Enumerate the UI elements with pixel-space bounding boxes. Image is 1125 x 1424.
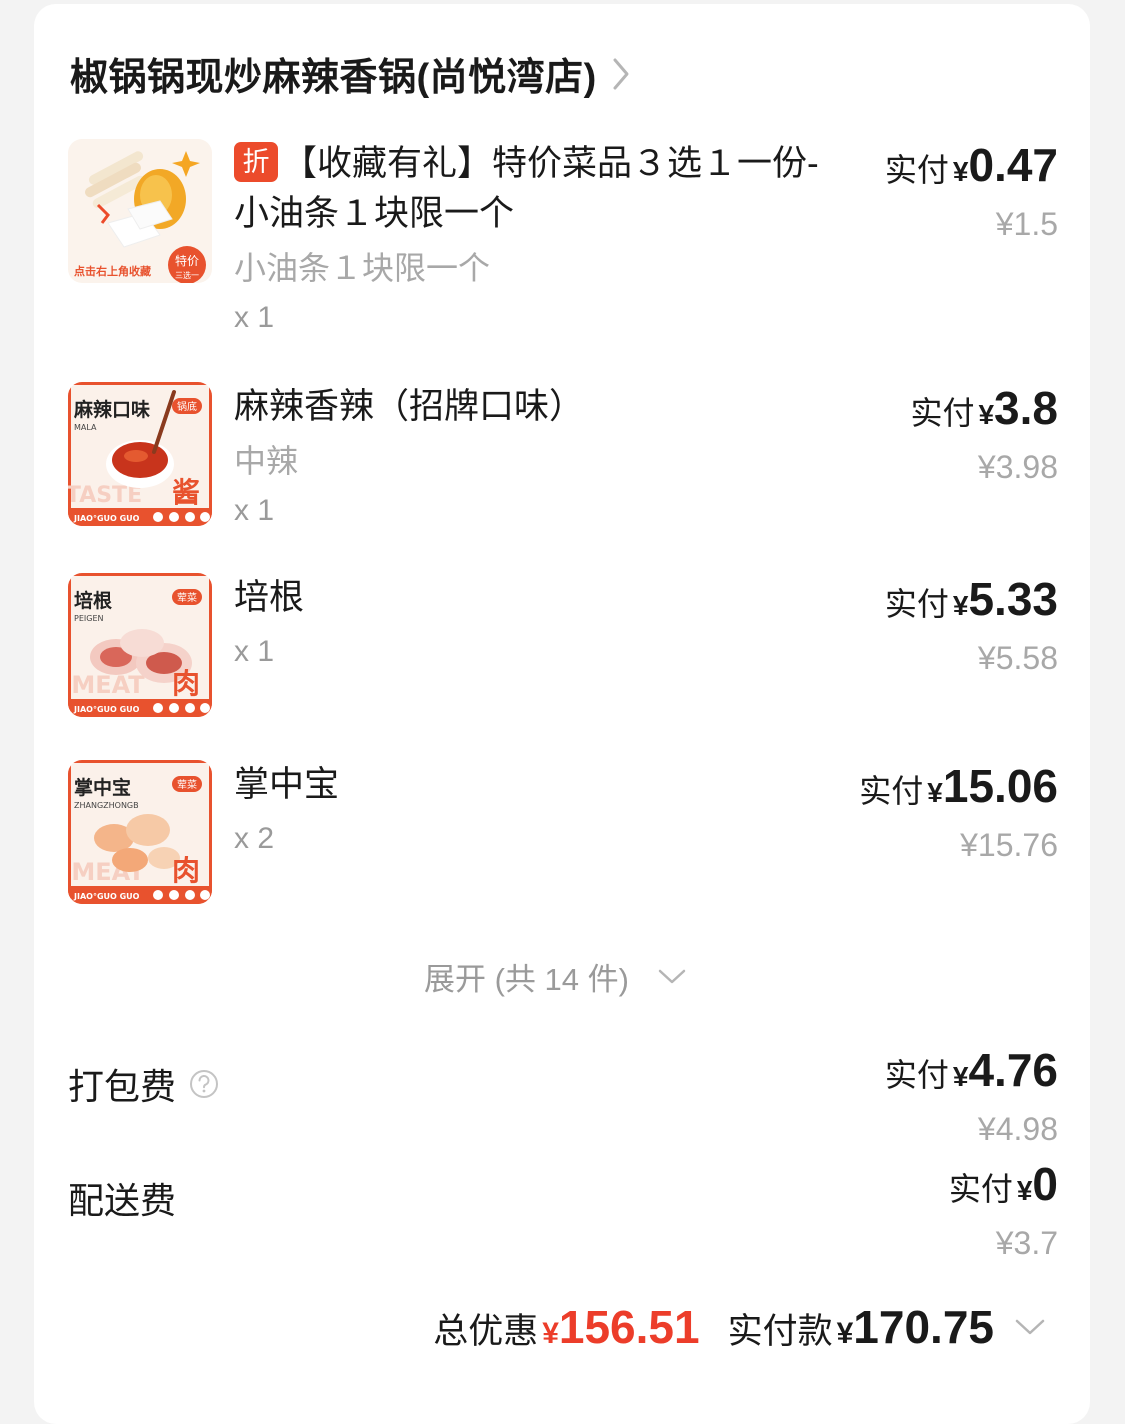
original-price: ¥15.76	[960, 827, 1058, 863]
currency-symbol: ¥	[952, 590, 969, 621]
thumbnail-ghost-text: MEAT	[71, 671, 145, 699]
help-icon[interactable]	[188, 1068, 220, 1100]
paid-label: 实付	[884, 152, 949, 188]
item-price: 实付 ¥15.06 ¥15.76	[859, 760, 1058, 866]
item-quantity: x 1	[234, 494, 275, 527]
item-spec: 中辣	[234, 443, 299, 479]
paid-amount: 15.06	[942, 760, 1058, 812]
item-info: 麻辣香辣（招牌口味） 中辣 x 1	[234, 382, 654, 536]
total-paid-label: 实付款	[727, 1312, 833, 1351]
currency-symbol: ¥	[836, 1317, 854, 1350]
thumbnail-brand: JIAO°GUO GUO	[73, 514, 140, 523]
item-title-text: 【收藏有礼】特价菜品３选１一份-小油条１块限一个	[234, 144, 819, 233]
delivery-fee-price: 实付 ¥0 ¥3.7	[949, 1158, 1058, 1264]
item-title: 折【收藏有礼】特价菜品３选１一份-小油条１块限一个	[234, 139, 824, 239]
original-price: ¥5.58	[977, 640, 1058, 676]
thumbnail-title: 培根	[74, 589, 112, 612]
thumbnail-title: 麻辣口味	[73, 398, 150, 421]
order-item[interactable]: 点击右上角收藏 特价 三选一 折【收藏有礼】特价菜品３选１一份-小油条１块限一个…	[68, 139, 1058, 349]
paid-label: 实付	[910, 395, 975, 431]
thumbnail-badge: 特价	[175, 253, 199, 268]
expand-items-button[interactable]: 展开 (共 14 件)	[424, 954, 687, 999]
thumbnail-badge-sub: 三选一	[175, 270, 199, 280]
total-discount-amount: 156.51	[558, 1301, 700, 1353]
thumbnail-brand: JIAO°GUO GUO	[73, 892, 140, 901]
currency-symbol: ¥	[1016, 1175, 1033, 1206]
item-price: 实付 ¥0.47 ¥1.5	[885, 139, 1058, 245]
product-thumbnail: TASTE 麻辣口味 MALA 锅底 酱 JIAO°GUO GUO	[68, 382, 212, 526]
product-thumbnail: 点击右上角收藏 特价 三选一	[68, 139, 212, 283]
item-title: 掌中宝	[234, 765, 340, 804]
paid-amount: 0.47	[968, 139, 1058, 191]
item-title: 培根	[234, 578, 305, 617]
item-quantity: x 2	[234, 822, 275, 855]
order-summary[interactable]: 总优惠 ¥ 156.51 实付款 ¥ 170.75	[433, 1300, 1046, 1354]
currency-symbol: ¥	[978, 399, 995, 430]
packaging-fee-label: 打包费	[68, 1066, 177, 1107]
delivery-fee-label: 配送费	[68, 1180, 177, 1221]
paid-amount: 0	[1032, 1158, 1058, 1210]
item-quantity: x 1	[234, 635, 275, 668]
thumbnail-brand: JIAO°GUO GUO	[73, 705, 140, 714]
original-price: ¥3.98	[977, 449, 1058, 485]
order-item[interactable]: TASTE 麻辣口味 MALA 锅底 酱 JIAO°GUO GUO 麻辣香辣（招…	[68, 382, 1058, 532]
thumbnail-big-char: 酱	[172, 476, 200, 509]
item-price: 实付 ¥3.8 ¥3.98	[910, 382, 1058, 488]
store-header[interactable]: 椒锅锅现炒麻辣香锅(尚悦湾店)	[70, 46, 641, 101]
store-name: 椒锅锅现炒麻辣香锅(尚悦湾店)	[70, 57, 597, 99]
currency-symbol: ¥	[952, 1061, 969, 1092]
thumbnail-corner-tag: 荤菜	[177, 779, 197, 791]
paid-amount: 5.33	[968, 573, 1058, 625]
product-thumbnail: MEAT 培根 PEIGEN 荤菜 肉 JIAO°GUO GUO	[68, 573, 212, 717]
item-price: 实付 ¥5.33 ¥5.58	[885, 573, 1058, 679]
paid-label: 实付	[859, 773, 924, 809]
chevron-down-icon	[657, 968, 687, 986]
item-spec: 小油条１块限一个	[234, 250, 491, 286]
item-quantity: x 1	[234, 301, 275, 334]
item-info: 折【收藏有礼】特价菜品３选１一份-小油条１块限一个 小油条１块限一个 x 1	[234, 139, 819, 343]
paid-label: 实付	[884, 586, 949, 622]
item-title: 麻辣香辣（招牌口味）	[234, 387, 585, 426]
product-thumbnail: MEAT 掌中宝 ZHANGZHONGB 荤菜 肉 JIAO°GUO GUO	[68, 760, 212, 904]
currency-symbol: ¥	[927, 777, 943, 808]
packaging-fee-row: 打包费 实付 ¥4.76 ¥4.98	[68, 1044, 1058, 1147]
discount-tag: 折	[234, 142, 278, 182]
thumbnail-big-char: 肉	[172, 667, 200, 700]
thumbnail-caption: 点击右上角收藏	[74, 264, 151, 278]
paid-amount: 4.76	[968, 1044, 1058, 1096]
item-info: 掌中宝 x 2	[234, 760, 654, 864]
paid-label: 实付	[948, 1171, 1013, 1207]
packaging-fee-price: 实付 ¥4.76 ¥4.98	[885, 1044, 1058, 1150]
chevron-down-icon[interactable]	[1014, 1317, 1046, 1337]
paid-label: 实付	[884, 1057, 949, 1093]
thumbnail-corner-tag: 荤菜	[177, 592, 197, 604]
order-item[interactable]: MEAT 掌中宝 ZHANGZHONGB 荤菜 肉 JIAO°GUO GUO 掌…	[68, 760, 1058, 910]
thumbnail-subtitle: MALA	[74, 423, 97, 432]
thumbnail-big-char: 肉	[172, 854, 200, 887]
thumbnail-subtitle: ZHANGZHONGB	[74, 801, 139, 810]
currency-symbol: ¥	[952, 156, 969, 187]
total-paid-amount: 170.75	[853, 1301, 994, 1353]
order-card: 椒锅锅现炒麻辣香锅(尚悦湾店) 点击右上角收藏 特价 三选一 折 【收藏有礼】特…	[34, 4, 1090, 1424]
original-price: ¥4.98	[977, 1111, 1058, 1147]
thumbnail-title: 掌中宝	[74, 776, 131, 799]
total-discount-label: 总优惠	[433, 1312, 539, 1351]
delivery-fee-row: 配送费 实付 ¥0 ¥3.7	[68, 1158, 1058, 1261]
original-price: ¥3.7	[995, 1225, 1058, 1261]
thumbnail-corner-tag: 锅底	[177, 400, 197, 413]
chevron-right-icon	[611, 52, 641, 96]
expand-label: 展开 (共 14 件)	[424, 962, 629, 997]
thumbnail-subtitle: PEIGEN	[74, 614, 103, 623]
item-info: 培根 x 1	[234, 573, 654, 677]
order-item[interactable]: MEAT 培根 PEIGEN 荤菜 肉 JIAO°GUO GUO 培根 x 1 …	[68, 573, 1058, 723]
original-price: ¥1.5	[995, 206, 1058, 242]
currency-symbol: ¥	[542, 1317, 559, 1350]
paid-amount: 3.8	[994, 382, 1058, 434]
